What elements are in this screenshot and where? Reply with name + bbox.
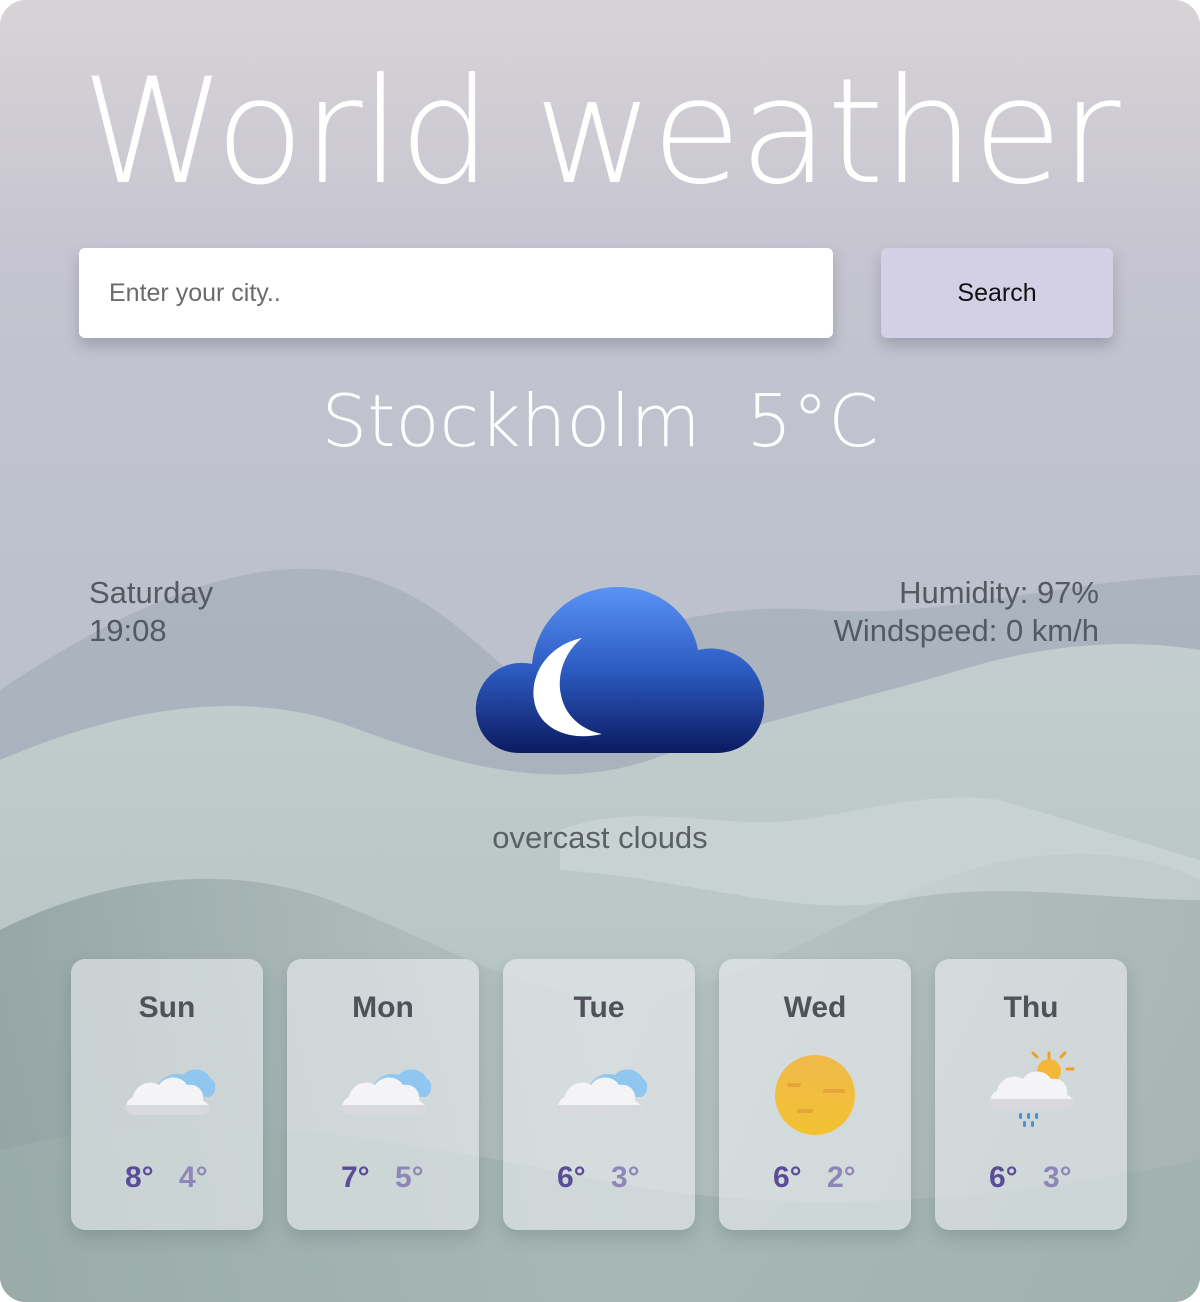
forecast-day: Wed xyxy=(783,991,847,1024)
forecast-card-thu: Thu 6° 3° xyxy=(935,959,1127,1230)
cloud-icon xyxy=(341,1069,432,1115)
forecast-card-wed: Wed 6° 2° xyxy=(719,959,911,1230)
city-temperature-heading: Stockholm 5°C xyxy=(321,379,879,463)
time-label: 19:08 xyxy=(89,613,167,648)
forecast-high: 8° xyxy=(125,1161,154,1194)
forecast-card-sun: Sun 8° 4° xyxy=(71,959,263,1230)
forecast-day: Tue xyxy=(573,991,625,1024)
forecast-card-tue: Tue 6° 3° xyxy=(503,959,695,1230)
search-button[interactable]: Search xyxy=(881,248,1113,338)
date-time-block: Saturday 19:08 xyxy=(89,574,213,650)
forecast-low: 2° xyxy=(827,1161,856,1194)
humidity-label: Humidity: 97% xyxy=(899,575,1099,610)
forecast-high: 6° xyxy=(773,1161,802,1194)
app-title: World weather xyxy=(81,47,1120,217)
forecast-day: Thu xyxy=(1003,991,1059,1024)
forecast-high: 6° xyxy=(557,1161,586,1194)
forecast-high: 7° xyxy=(341,1161,370,1194)
weather-description: overcast clouds xyxy=(492,820,708,855)
forecast-day: Sun xyxy=(138,991,196,1024)
cloud-moon-icon xyxy=(475,586,765,753)
sun-icon xyxy=(775,1055,855,1135)
day-label: Saturday xyxy=(89,575,214,610)
cloud-icon xyxy=(557,1069,648,1115)
conditions-block: Humidity: 97% Windspeed: 0 km/h xyxy=(834,574,1099,650)
weather-app: World weather Search Stockholm 5°C Satur… xyxy=(0,0,1200,1302)
cloud-icon xyxy=(125,1069,216,1115)
forecast-low: 3° xyxy=(1043,1161,1072,1194)
forecast-card-mon: Mon 7° 5° xyxy=(287,959,479,1230)
sun-cloud-rain-icon xyxy=(989,1051,1075,1127)
city-search-input[interactable] xyxy=(79,248,833,338)
forecast-low: 4° xyxy=(179,1161,208,1194)
windspeed-label: Windspeed: 0 km/h xyxy=(833,613,1099,648)
forecast-day: Mon xyxy=(352,991,414,1024)
forecast-low: 3° xyxy=(611,1161,640,1194)
forecast-low: 5° xyxy=(395,1161,424,1194)
forecast-high: 6° xyxy=(989,1161,1018,1194)
